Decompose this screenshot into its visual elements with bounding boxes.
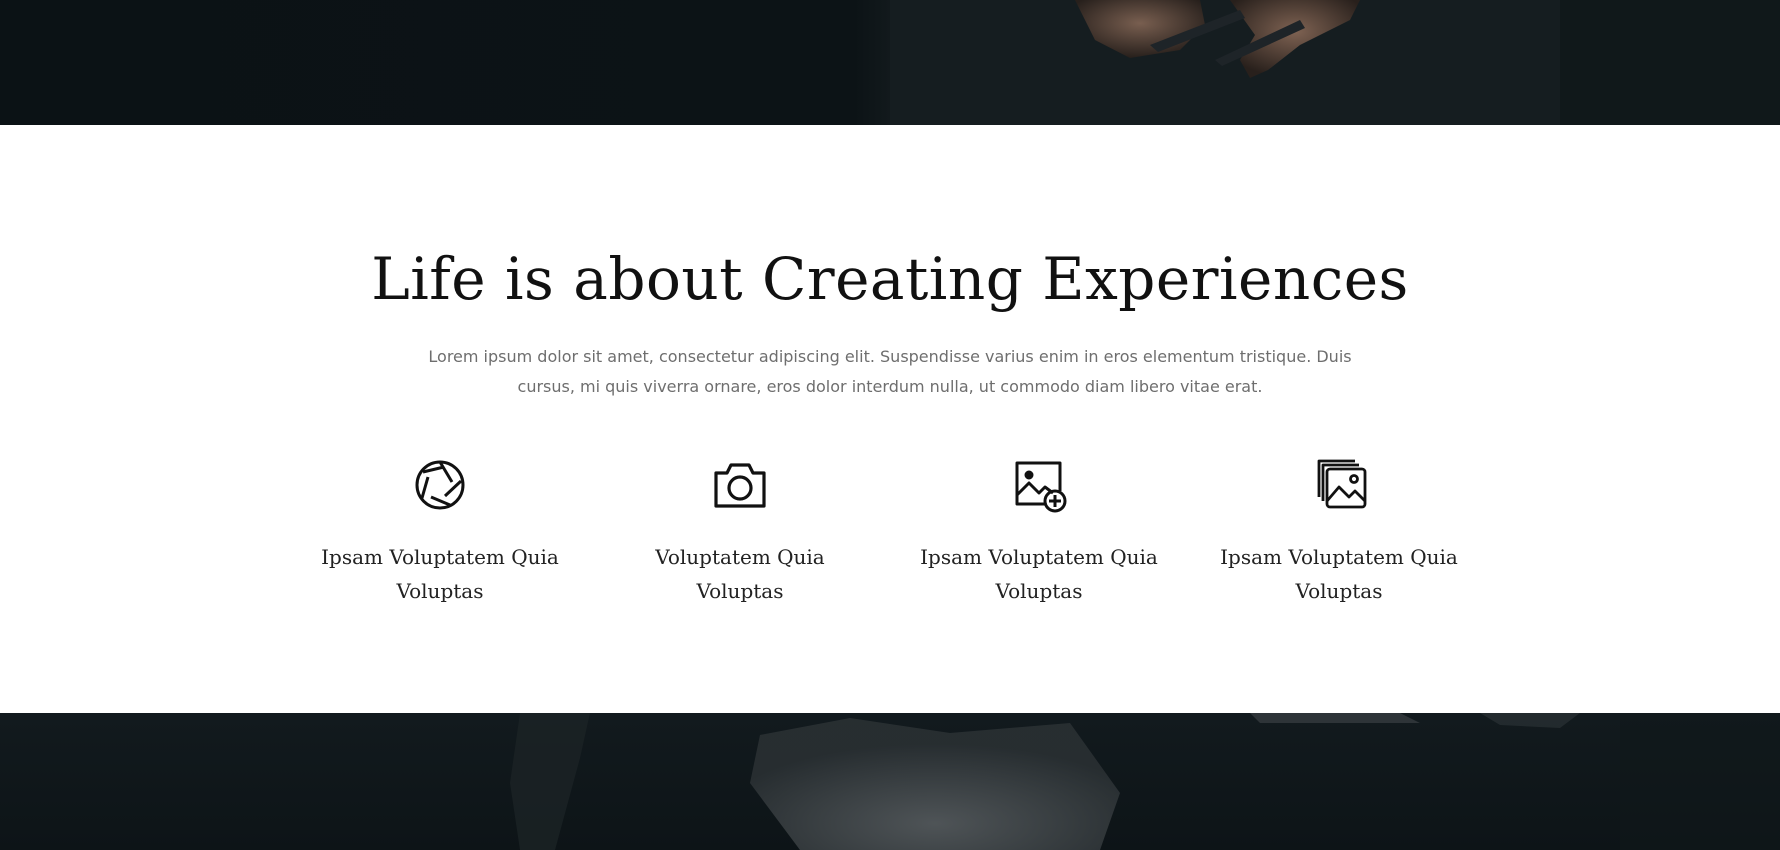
aperture-icon	[415, 460, 465, 510]
feature-item-4: Ipsam Voluptatem Quia Voluptas	[1209, 455, 1469, 608]
image-add-icon	[1015, 461, 1067, 513]
camera-icon	[714, 463, 766, 508]
feature-item-2: Voluptatem Quia Voluptas	[610, 455, 870, 608]
feature-title: Voluptatem Quia Voluptas	[655, 545, 825, 603]
feature-title: Ipsam Voluptatem Quia Voluptas	[920, 545, 1158, 603]
section-description: Lorem ipsum dolor sit amet, consectetur …	[428, 347, 1352, 396]
feature-item-3: Ipsam Voluptatem Quia Voluptas	[909, 455, 1169, 608]
top-photo-band	[0, 0, 1780, 125]
image-stack-icon	[1317, 459, 1367, 509]
hands-camera-photo	[890, 0, 1780, 125]
content-section	[0, 125, 1780, 713]
bottom-photo-band	[0, 713, 1780, 850]
feature-title: Ipsam Voluptatem Quia Voluptas	[321, 545, 559, 603]
dark-photo-background	[510, 713, 1780, 850]
feature-title: Ipsam Voluptatem Quia Voluptas	[1220, 545, 1458, 603]
section-heading: Life is about Creating Experiences	[371, 245, 1409, 313]
feature-item-1: Ipsam Voluptatem Quia Voluptas	[310, 455, 570, 608]
